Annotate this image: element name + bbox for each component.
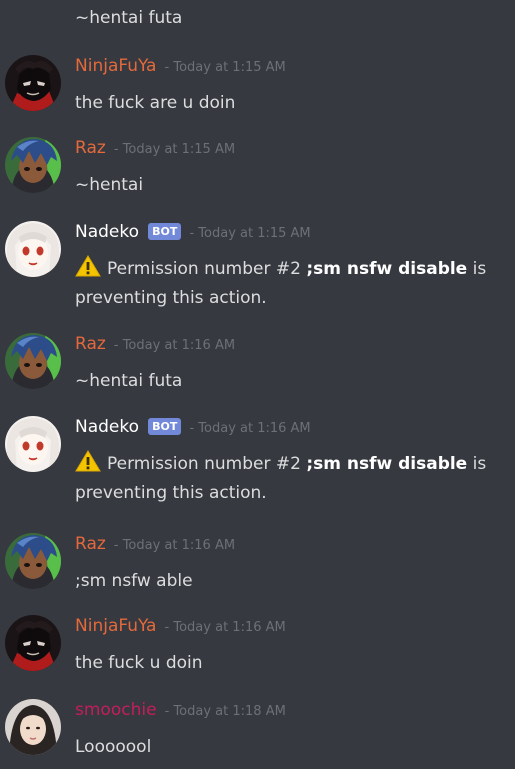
message-header: NinjaFuYa - Today at 1:16 AM [75, 615, 286, 637]
bot-badge: BOT [148, 418, 182, 435]
message-header: Nadeko BOT - Today at 1:15 AM [75, 221, 311, 243]
nadeko-avatar[interactable] [5, 416, 61, 472]
username[interactable]: Raz [75, 534, 106, 554]
timestamp: - Today at 1:16 AM [164, 620, 286, 635]
permission-text: Permission number #2 [107, 454, 301, 474]
message-header: Raz - Today at 1:15 AM [75, 137, 235, 159]
message-header: Raz - Today at 1:16 AM [75, 333, 235, 355]
message-text: ~hentai futa [75, 371, 183, 391]
username[interactable]: Nadeko [75, 417, 139, 437]
username[interactable]: NinjaFuYa [75, 616, 156, 636]
timestamp: - Today at 1:16 AM [113, 338, 236, 353]
ninja-avatar[interactable] [5, 615, 61, 671]
nadeko-avatar[interactable] [5, 221, 61, 277]
raz-avatar[interactable] [5, 333, 61, 389]
message-text: ;sm nsfw able [75, 571, 193, 591]
ninja-avatar[interactable] [5, 55, 61, 111]
timestamp: - Today at 1:15 AM [164, 60, 286, 75]
message-header: Raz - Today at 1:16 AM [75, 533, 235, 555]
message-header: smoochie - Today at 1:18 AM [75, 699, 286, 721]
message-text: Permission number #2 ;sm nsfw disable is… [75, 450, 505, 508]
message-text: the fuck u doin [75, 653, 203, 673]
message-text: Permission number #2 ;sm nsfw disable is… [75, 255, 505, 313]
username[interactable]: Nadeko [75, 222, 139, 242]
smoochie-avatar[interactable] [5, 699, 61, 755]
chat-message-list: ~hentai futa NinjaFuYa - Today at 1:15 A… [0, 0, 515, 769]
timestamp: - Today at 1:16 AM [189, 421, 311, 436]
username[interactable]: NinjaFuYa [75, 56, 156, 76]
warning-icon [75, 450, 101, 472]
command-text: ;sm nsfw disable [306, 259, 468, 279]
timestamp: - Today at 1:15 AM [113, 142, 236, 157]
username[interactable]: smoochie [75, 700, 157, 720]
timestamp: - Today at 1:18 AM [164, 704, 286, 719]
timestamp: - Today at 1:16 AM [113, 538, 236, 553]
raz-avatar[interactable] [5, 137, 61, 193]
timestamp: - Today at 1:15 AM [189, 226, 311, 241]
message-text: Looooool [75, 737, 152, 757]
username[interactable]: Raz [75, 138, 106, 158]
message-text: ~hentai [75, 175, 144, 195]
message-text: the fuck are u doin [75, 93, 236, 113]
message-header: Nadeko BOT - Today at 1:16 AM [75, 416, 311, 438]
username[interactable]: Raz [75, 334, 106, 354]
message-header: NinjaFuYa - Today at 1:15 AM [75, 55, 286, 77]
bot-badge: BOT [148, 223, 182, 240]
command-text: ;sm nsfw disable [306, 454, 468, 474]
message-text: ~hentai futa [75, 8, 183, 28]
permission-text: Permission number #2 [107, 259, 301, 279]
raz-avatar[interactable] [5, 533, 61, 589]
warning-icon [75, 255, 101, 277]
